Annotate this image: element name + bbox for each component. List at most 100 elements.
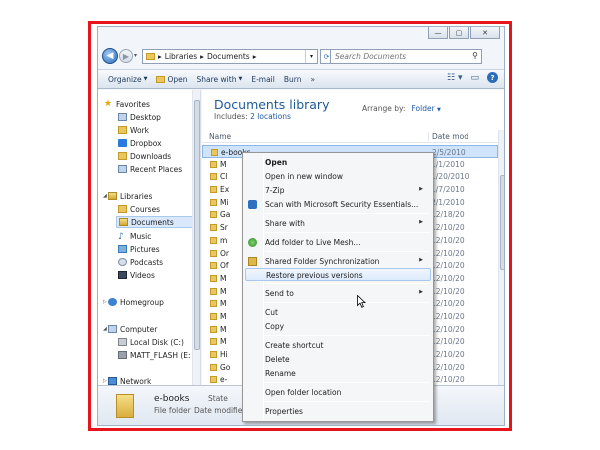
minimize-button[interactable]: — (428, 27, 448, 39)
share-with-button[interactable]: Share with ▼ (197, 75, 252, 84)
folder-icon (210, 325, 217, 333)
help-icon[interactable]: ? (487, 72, 498, 83)
menu-item-open-folder-location[interactable]: Open folder location (245, 386, 431, 399)
sidebar-item-local-disk[interactable]: Local Disk (C:) (118, 336, 184, 348)
arrange-label: Arrange by: (362, 104, 406, 113)
folder-icon (210, 300, 217, 308)
search-icon[interactable]: ⚲ (472, 51, 478, 60)
menu-item-shared-folder-sync[interactable]: Shared Folder Synchronization ▶ (245, 255, 431, 268)
sidebar-item-recent-places[interactable]: Recent Places (118, 163, 182, 175)
sidebar-item-pictures[interactable]: Pictures (118, 243, 160, 255)
sidebar-scroll-thumb[interactable] (194, 100, 200, 350)
sidebar-item-videos[interactable]: Videos (118, 269, 155, 281)
security-essentials-icon (248, 200, 257, 209)
sidebar-item-libraries[interactable]: ◢ Libraries (103, 190, 152, 202)
sidebar-item-matt-flash[interactable]: MATT_FLASH (E: (118, 349, 191, 361)
menu-label: Open in new window (265, 172, 343, 181)
menu-item-scan[interactable]: Scan with Microsoft Security Essentials.… (245, 198, 431, 211)
sidebar-item-desktop[interactable]: Desktop (118, 111, 161, 123)
address-dropdown[interactable]: ▾ (305, 50, 317, 63)
submenu-arrow-icon: ▶ (419, 186, 423, 192)
forward-button[interactable]: ▶ (119, 49, 133, 63)
breadcrumb-documents[interactable]: Documents (207, 52, 250, 61)
sidebar-label: Podcasts (130, 257, 164, 267)
sidebar-item-downloads[interactable]: Downloads (118, 150, 171, 162)
menu-item-share-with[interactable]: Share with ▶ (245, 217, 431, 230)
menu-item-open[interactable]: Open (245, 156, 431, 169)
folder-icon (210, 312, 217, 320)
column-date-modified[interactable]: Date mod (428, 132, 468, 141)
folder-icon (210, 236, 217, 244)
sidebar-item-network[interactable]: ▷ Network (103, 375, 151, 385)
menu-item-properties[interactable]: Properties (245, 405, 431, 418)
vertical-scrollbar[interactable] (498, 130, 504, 385)
file-name: Mi (220, 197, 229, 207)
file-date: 12/18/20 (431, 210, 465, 220)
expand-icon[interactable]: ▷ (103, 299, 109, 305)
column-name[interactable]: Name (209, 132, 231, 141)
sidebar-item-homegroup[interactable]: ▷ Homegroup (103, 296, 164, 308)
mouse-cursor-icon (357, 295, 367, 308)
maximize-icon: ▢ (455, 28, 463, 37)
maximize-button[interactable]: ▢ (449, 27, 469, 39)
organize-button[interactable]: Organize ▼ (108, 75, 156, 84)
close-button[interactable]: ✕ (470, 27, 500, 39)
menu-item-delete[interactable]: Delete (245, 353, 431, 366)
back-button[interactable]: ◀ (102, 48, 118, 64)
sidebar-item-documents[interactable]: Documents (116, 216, 200, 228)
file-name: m (220, 235, 228, 245)
sidebar-item-dropbox[interactable]: Dropbox (118, 137, 162, 149)
refresh-icon: ⟳ (323, 52, 330, 61)
menu-item-7zip[interactable]: 7-Zip ▶ (245, 184, 431, 197)
email-button[interactable]: E-mail (251, 75, 284, 84)
collapse-icon[interactable]: ◢ (103, 326, 109, 332)
menu-item-create-shortcut[interactable]: Create shortcut (245, 339, 431, 352)
command-bar: Organize ▼ Open Share with ▼ E-mail Burn »… (98, 69, 504, 89)
expand-icon[interactable]: ▷ (103, 378, 109, 384)
menu-item-copy[interactable]: Copy (245, 320, 431, 333)
burn-button[interactable]: Burn (284, 75, 311, 84)
menu-separator (265, 283, 429, 284)
locations-link[interactable]: 2 locations (250, 112, 291, 121)
arrange-dropdown[interactable]: Folder ▼ (411, 104, 440, 113)
breadcrumb-libraries[interactable]: Libraries (165, 52, 197, 61)
preview-pane-icon[interactable]: ▭ (470, 73, 479, 83)
dropbox-icon (118, 139, 127, 147)
sidebar-item-work[interactable]: Work (118, 124, 149, 136)
view-options-icon[interactable]: ☷ ▾ (447, 73, 462, 83)
menu-separator (265, 213, 429, 214)
more-commands-button[interactable]: » (310, 75, 324, 84)
menu-item-rename[interactable]: Rename (245, 367, 431, 380)
address-bar[interactable]: ▸ Libraries ▸ Documents ▸ ▾ (142, 49, 318, 64)
file-name: Cl (220, 172, 228, 182)
file-date: 1/20/2010 (431, 172, 469, 182)
sidebar-item-podcasts[interactable]: Podcasts (118, 256, 163, 268)
sidebar-item-courses[interactable]: Courses (118, 203, 160, 215)
arrange-value: Folder (411, 104, 435, 113)
sidebar-label: MATT_FLASH (E: (130, 350, 191, 360)
sidebar-scrollbar[interactable] (192, 90, 200, 385)
share-with-label: Share with (196, 74, 237, 84)
menu-item-send-to[interactable]: Send to ▶ (245, 287, 431, 300)
collapse-icon[interactable]: ◢ (103, 193, 109, 199)
menu-label: Copy (265, 322, 285, 331)
menu-item-open-new-window[interactable]: Open in new window (245, 170, 431, 183)
menu-label: Share with (265, 219, 305, 228)
menu-label: Restore previous versions (266, 271, 363, 280)
menu-item-cut[interactable]: Cut (245, 306, 431, 319)
homegroup-icon (108, 298, 117, 306)
vertical-scroll-thumb[interactable] (500, 175, 504, 270)
sidebar-item-favorites[interactable]: ★ Favorites (104, 98, 150, 110)
sidebar-item-music[interactable]: ♪ Music (118, 230, 151, 243)
menu-label: Shared Folder Synchronization (265, 257, 380, 266)
menu-label: Create shortcut (265, 341, 324, 350)
folder-icon (118, 126, 127, 134)
history-dropdown[interactable]: ▾ (134, 52, 137, 59)
menu-item-restore-previous-versions[interactable]: Restore previous versions (245, 268, 431, 281)
search-input[interactable] (331, 50, 461, 63)
open-button[interactable]: Open (156, 75, 196, 84)
menu-item-live-mesh[interactable]: Add folder to Live Mesh... (245, 236, 431, 249)
arrow-right-icon: ▶ (122, 51, 130, 61)
chevron-down-icon: ▼ (238, 76, 243, 82)
sidebar-item-computer[interactable]: ◢ Computer (103, 323, 157, 335)
